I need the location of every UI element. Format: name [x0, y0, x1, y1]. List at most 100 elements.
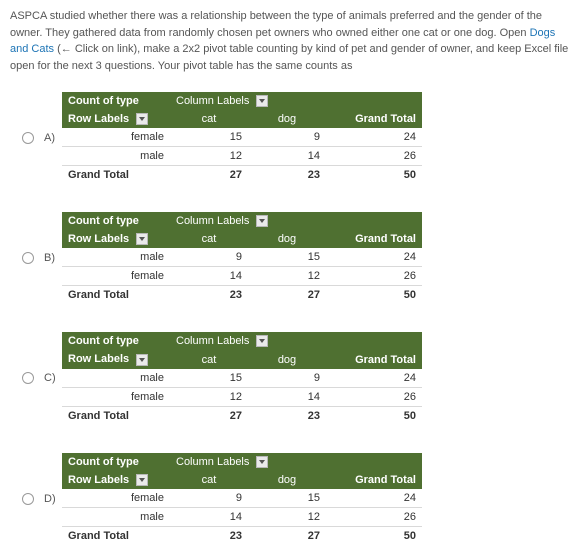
col-cat: cat: [170, 110, 248, 128]
cell: 24: [326, 369, 422, 388]
column-labels-cell: Column Labels: [170, 92, 422, 110]
cell: 50: [326, 526, 422, 545]
cell: 50: [326, 286, 422, 305]
table-header-2: Row Labels cat dog Grand Total: [62, 471, 422, 489]
row-labels-dropdown-icon[interactable]: [136, 354, 148, 366]
row-labels-dropdown-icon[interactable]: [136, 474, 148, 486]
pivot-table-c: Count of type Column Labels Row Labels c…: [62, 332, 422, 424]
cell: 26: [326, 147, 422, 166]
question-post: (← Click on link), make a 2x2 pivot tabl…: [10, 43, 568, 72]
option-b-label: B): [44, 252, 62, 264]
cell: 27: [170, 166, 248, 185]
option-a-row: A) Count of type Column Labels Row Label…: [22, 92, 569, 184]
table-header-1: Count of type Column Labels: [62, 332, 422, 350]
table-row: female 14 12 26: [62, 267, 422, 286]
pivot-table-b: Count of type Column Labels Row Labels c…: [62, 212, 422, 304]
col-grand-total: Grand Total: [326, 230, 422, 248]
grand-total-label: Grand Total: [62, 166, 170, 185]
table-header-1: Count of type Column Labels: [62, 212, 422, 230]
radio-d[interactable]: [22, 493, 34, 505]
option-d-label: D): [44, 493, 62, 505]
cell: 14: [170, 267, 248, 286]
cell: 27: [248, 526, 326, 545]
grand-total-row: Grand Total 23 27 50: [62, 526, 422, 545]
count-of-type-label: Count of type: [62, 332, 170, 350]
row-labels-text: Row Labels: [68, 353, 129, 365]
radio-c[interactable]: [22, 372, 34, 384]
column-labels-text: Column Labels: [176, 215, 249, 227]
radio-a[interactable]: [22, 132, 34, 144]
cell: 50: [326, 406, 422, 425]
cell: 15: [170, 369, 248, 388]
row-labels-text: Row Labels: [68, 233, 129, 245]
row-label: female: [62, 387, 170, 406]
column-labels-dropdown-icon[interactable]: [256, 335, 268, 347]
row-label: female: [62, 128, 170, 147]
column-labels-dropdown-icon[interactable]: [256, 215, 268, 227]
pivot-table-d: Count of type Column Labels Row Labels c…: [62, 453, 422, 545]
cell: 15: [170, 128, 248, 147]
cell: 12: [248, 267, 326, 286]
question-pre: ASPCA studied whether there was a relati…: [10, 10, 542, 39]
cell: 23: [170, 286, 248, 305]
cell: 26: [326, 387, 422, 406]
col-cat: cat: [170, 471, 248, 489]
grand-total-row: Grand Total 27 23 50: [62, 406, 422, 425]
column-labels-cell: Column Labels: [170, 212, 422, 230]
cell: 9: [248, 369, 326, 388]
option-c-label: C): [44, 372, 62, 384]
grand-total-row: Grand Total 23 27 50: [62, 286, 422, 305]
grand-total-row: Grand Total 27 23 50: [62, 166, 422, 185]
cell: 9: [170, 489, 248, 508]
col-grand-total: Grand Total: [326, 110, 422, 128]
col-cat: cat: [170, 350, 248, 368]
col-dog: dog: [248, 471, 326, 489]
column-labels-text: Column Labels: [176, 456, 249, 468]
cell: 23: [248, 406, 326, 425]
column-labels-text: Column Labels: [176, 335, 249, 347]
row-labels-dropdown-icon[interactable]: [136, 113, 148, 125]
row-label: male: [62, 369, 170, 388]
table-header-2: Row Labels cat dog Grand Total: [62, 230, 422, 248]
table-header-1: Count of type Column Labels: [62, 453, 422, 471]
col-dog: dog: [248, 350, 326, 368]
col-dog: dog: [248, 110, 326, 128]
radio-b[interactable]: [22, 252, 34, 264]
cell: 15: [248, 489, 326, 508]
row-label: female: [62, 489, 170, 508]
col-grand-total: Grand Total: [326, 471, 422, 489]
cell: 50: [326, 166, 422, 185]
row-labels-cell: Row Labels: [62, 350, 170, 368]
grand-total-label: Grand Total: [62, 406, 170, 425]
cell: 14: [248, 147, 326, 166]
col-grand-total: Grand Total: [326, 350, 422, 368]
answer-options: A) Count of type Column Labels Row Label…: [10, 92, 569, 545]
cell: 26: [326, 267, 422, 286]
row-labels-cell: Row Labels: [62, 230, 170, 248]
column-labels-cell: Column Labels: [170, 332, 422, 350]
row-labels-text: Row Labels: [68, 474, 129, 486]
cell: 24: [326, 128, 422, 147]
column-labels-dropdown-icon[interactable]: [256, 95, 268, 107]
col-dog: dog: [248, 230, 326, 248]
cell: 9: [170, 248, 248, 267]
table-header-2: Row Labels cat dog Grand Total: [62, 350, 422, 368]
col-cat: cat: [170, 230, 248, 248]
row-labels-cell: Row Labels: [62, 471, 170, 489]
option-a-label: A): [44, 132, 62, 144]
table-row: female 9 15 24: [62, 489, 422, 508]
count-of-type-label: Count of type: [62, 453, 170, 471]
row-label: male: [62, 248, 170, 267]
table-row: female 12 14 26: [62, 387, 422, 406]
question-text: ASPCA studied whether there was a relati…: [10, 8, 569, 74]
option-d-row: D) Count of type Column Labels Row Label…: [22, 453, 569, 545]
cell: 15: [248, 248, 326, 267]
column-labels-text: Column Labels: [176, 95, 249, 107]
row-label: male: [62, 147, 170, 166]
pivot-table-a: Count of type Column Labels Row Labels c…: [62, 92, 422, 184]
row-labels-dropdown-icon[interactable]: [136, 233, 148, 245]
option-c-row: C) Count of type Column Labels Row Label…: [22, 332, 569, 424]
column-labels-dropdown-icon[interactable]: [256, 456, 268, 468]
cell: 27: [248, 286, 326, 305]
grand-total-label: Grand Total: [62, 286, 170, 305]
